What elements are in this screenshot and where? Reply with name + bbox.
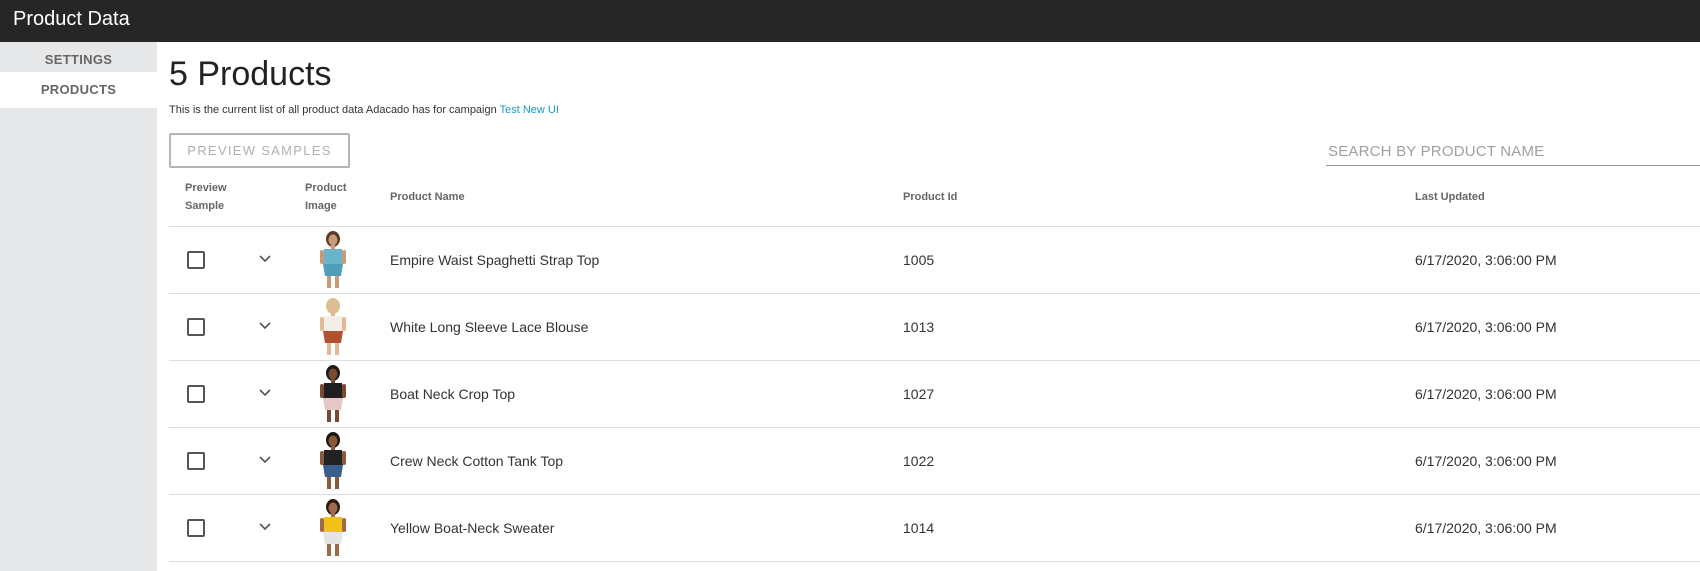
sidebar-item-products[interactable]: PRODUCTS <box>0 72 157 108</box>
header-last-updated: Last Updated <box>1415 191 1485 203</box>
table-row: Empire Waist Spaghetti Strap Top 1005 6/17… <box>169 227 1700 294</box>
last-updated: 6/17/2020, 3:06:00 PM <box>1415 520 1557 536</box>
products-table: Preview Sample Product Image Product Nam… <box>169 176 1700 562</box>
product-image <box>313 297 353 357</box>
preview-sample-checkbox[interactable] <box>187 318 205 336</box>
preview-samples-button[interactable]: PREVIEW SAMPLES <box>169 133 350 168</box>
chevron-down-icon[interactable] <box>256 383 274 401</box>
header-product-id: Product Id <box>903 191 958 203</box>
sidebar: SETTINGS PRODUCTS <box>0 42 157 571</box>
preview-sample-checkbox[interactable] <box>187 385 205 403</box>
product-id: 1022 <box>903 453 935 469</box>
chevron-down-icon[interactable] <box>256 316 274 334</box>
header-preview-sample: Preview Sample <box>185 182 227 212</box>
product-id: 1027 <box>903 386 935 402</box>
page-subtitle: This is the current list of all product … <box>169 103 559 117</box>
chevron-down-icon[interactable] <box>256 517 274 535</box>
product-name: Yellow Boat-Neck Sweater <box>390 520 555 536</box>
chevron-down-icon[interactable] <box>256 450 274 468</box>
search-input[interactable] <box>1326 138 1700 166</box>
table-header: Preview Sample Product Image Product Nam… <box>169 176 1700 227</box>
campaign-link[interactable]: Test New UI <box>500 104 559 116</box>
header-product-image: Product Image <box>305 182 347 212</box>
preview-sample-checkbox[interactable] <box>187 519 205 537</box>
product-name: Crew Neck Cotton Tank Top <box>390 453 564 469</box>
header-product-name: Product Name <box>390 191 465 203</box>
table-row: Crew Neck Cotton Tank Top 1022 6/17/2020, … <box>169 428 1700 495</box>
preview-sample-checkbox[interactable] <box>187 251 205 269</box>
product-image <box>313 230 353 290</box>
table-row: White Long Sleeve Lace Blouse 1013 6/17/20… <box>169 294 1700 361</box>
product-id: 1014 <box>903 520 935 536</box>
app-header: Product Data <box>0 0 1700 42</box>
main-content: 5 Products This is the current list of a… <box>157 42 1700 571</box>
chevron-down-icon[interactable] <box>256 249 274 267</box>
product-image <box>313 431 353 491</box>
table-row: Boat Neck Crop Top 1027 6/17/2020, 3:06:00… <box>169 361 1700 428</box>
table-row: Yellow Boat-Neck Sweater 1014 6/17/2020, 3… <box>169 495 1700 562</box>
preview-sample-checkbox[interactable] <box>187 452 205 470</box>
table-body: Empire Waist Spaghetti Strap Top 1005 6/17… <box>169 227 1700 562</box>
product-id: 1005 <box>903 252 935 268</box>
last-updated: 6/17/2020, 3:06:00 PM <box>1415 252 1557 268</box>
product-name: Empire Waist Spaghetti Strap Top <box>390 252 600 268</box>
last-updated: 6/17/2020, 3:06:00 PM <box>1415 319 1557 335</box>
product-image <box>313 364 353 424</box>
subtitle-text: This is the current list of all product … <box>169 104 497 116</box>
product-id: 1013 <box>903 319 935 335</box>
product-name: Boat Neck Crop Top <box>390 386 516 402</box>
product-name: White Long Sleeve Lace Blouse <box>390 319 589 335</box>
last-updated: 6/17/2020, 3:06:00 PM <box>1415 453 1557 469</box>
last-updated: 6/17/2020, 3:06:00 PM <box>1415 386 1557 402</box>
page-title: 5 Products <box>169 55 332 93</box>
app-title: Product Data <box>13 8 130 30</box>
product-image <box>313 498 353 558</box>
